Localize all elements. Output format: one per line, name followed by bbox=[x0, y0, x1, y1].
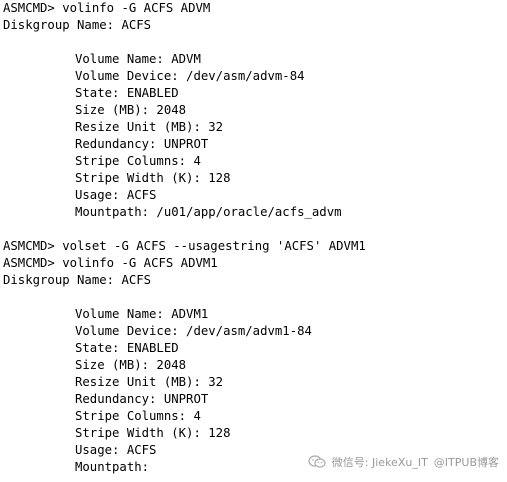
terminal-line-output: Diskgroup Name: ACFS bbox=[3, 18, 152, 32]
terminal-line-output: Volume Device: /dev/asm/advm-84 bbox=[75, 69, 305, 83]
wechat-icon bbox=[308, 454, 326, 470]
terminal-line-output: Resize Unit (MB): 32 bbox=[75, 375, 224, 389]
terminal-line-output: Redundancy: UNPROT bbox=[75, 137, 209, 151]
terminal-line-output: Stripe Width (K): 128 bbox=[75, 171, 231, 185]
terminal-window[interactable]: ASMCMD> volinfo -G ACFS ADVM Diskgroup N… bbox=[0, 0, 507, 482]
terminal-line-output: Size (MB): 2048 bbox=[75, 103, 187, 117]
terminal-line-output: Stripe Columns: 4 bbox=[75, 409, 201, 423]
terminal-line-command: ASMCMD> volset -G ACFS --usagestring 'AC… bbox=[3, 239, 366, 253]
watermark-overlay: @ITPUB博客 bbox=[433, 456, 499, 469]
watermark-text: 微信号: JiekeXu_IT bbox=[331, 456, 428, 469]
terminal-line-command: ASMCMD> volinfo -G ACFS ADVM1 bbox=[3, 256, 218, 270]
terminal-line-output: State: ENABLED bbox=[75, 86, 179, 100]
terminal-line-output: Volume Name: ADVM1 bbox=[75, 307, 209, 321]
terminal-line-output: Stripe Columns: 4 bbox=[75, 154, 201, 168]
terminal-line-output: Usage: ACFS bbox=[75, 443, 157, 457]
terminal-line-command: ASMCMD> volinfo -G ACFS ADVM bbox=[3, 1, 211, 15]
terminal-line-output: Diskgroup Name: ACFS bbox=[3, 273, 152, 287]
terminal-line-output: State: ENABLED bbox=[75, 341, 179, 355]
terminal-line-output: Mountpath: bbox=[75, 460, 150, 474]
wechat-watermark: 微信号: JiekeXu_IT @ITPUB博客 bbox=[308, 452, 499, 472]
terminal-line-output: Volume Device: /dev/asm/advm1-84 bbox=[75, 324, 312, 338]
terminal-line-output: Volume Name: ADVM bbox=[75, 52, 201, 66]
terminal-line-output: Size (MB): 2048 bbox=[75, 358, 187, 372]
terminal-line-output: Usage: ACFS bbox=[75, 188, 157, 202]
terminal-line-output: Resize Unit (MB): 32 bbox=[75, 120, 224, 134]
terminal-line-output: Redundancy: UNPROT bbox=[75, 392, 209, 406]
terminal-line-output: Stripe Width (K): 128 bbox=[75, 426, 231, 440]
terminal-line-output: Mountpath: /u01/app/oracle/acfs_advm bbox=[75, 205, 342, 219]
